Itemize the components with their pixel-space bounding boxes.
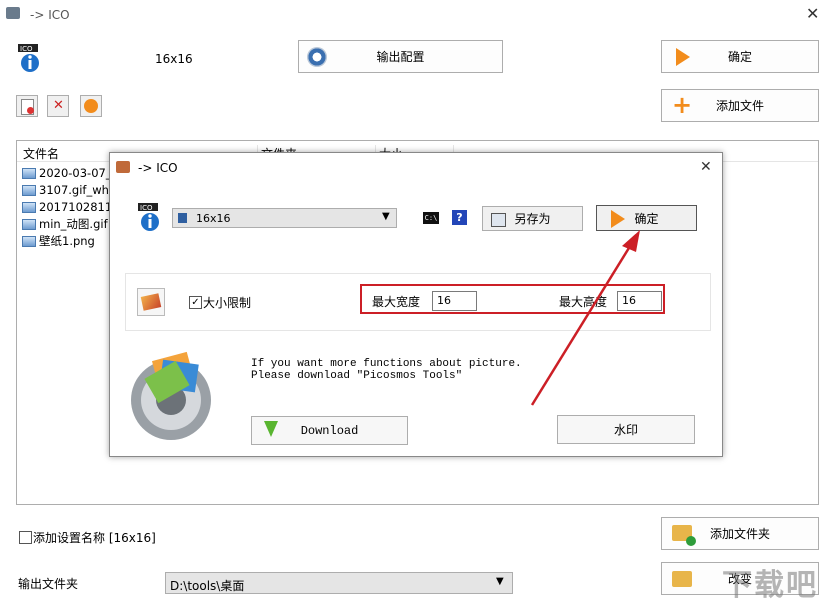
annotation-arrow	[530, 230, 640, 406]
